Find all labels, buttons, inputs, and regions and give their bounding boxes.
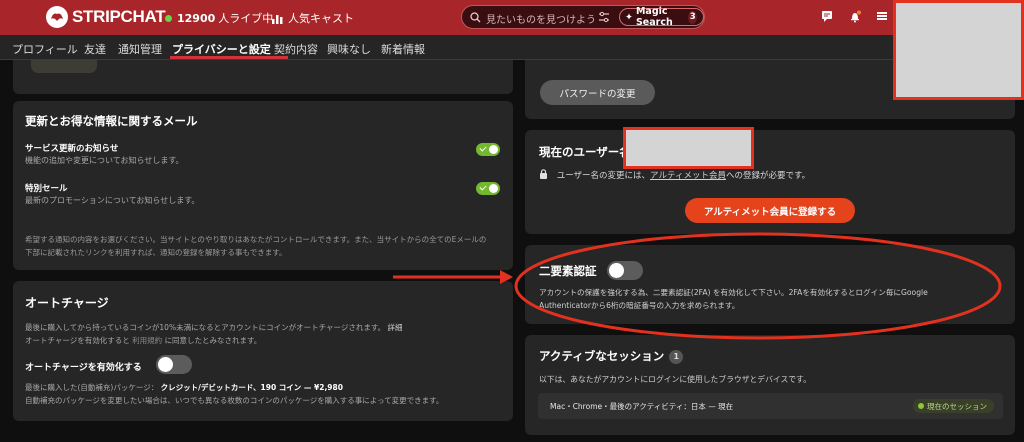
email-preferences-panel: 更新とお得な情報に関するメール サービス更新のお知らせ 機能の追加や変更について… (13, 101, 513, 270)
last-package-prefix: 最後に購入した(自動補充)パッケージ： (25, 383, 159, 392)
autocharge-toggle-label: オートチャージを有効化する (25, 363, 142, 373)
tab-contract[interactable]: 契約内容 (274, 41, 318, 57)
magic-search-button[interactable]: ✦ Magic Search 3 (619, 6, 704, 28)
autocharge-terms-suffix: に同意したとみなされます。 (164, 336, 262, 345)
sessions-title-text: アクティブなセッション (539, 349, 665, 363)
live-dot-icon (165, 14, 172, 22)
live-count-link[interactable]: 12900 人ライブ中 (165, 10, 273, 26)
search-bar[interactable]: 見たいものを見つけよう ✦ Magic Search 3 (461, 5, 705, 29)
last-package-line: 最後に購入した(自動補充)パッケージ： クレジット/デビットカード、190 コイ… (25, 382, 343, 393)
service-updates-desc: 機能の追加や変更についてお知らせします。 (25, 156, 184, 165)
autocharge-toggle[interactable] (156, 355, 192, 374)
search-icon (470, 12, 481, 23)
bar-chart-icon (272, 14, 283, 24)
ultimate-membership-link[interactable]: アルティメット会員 (650, 171, 726, 181)
email-note-line1: 希望する通知の内容をお選びください。当サイトとのやり取りはあなたがコントロールで… (25, 235, 487, 244)
sessions-count-badge: 1 (669, 349, 684, 364)
filter-icon[interactable] (598, 11, 610, 23)
stripchat-logo[interactable]: STRIPCHAT (46, 6, 166, 28)
special-sale-checkbox[interactable] (476, 182, 500, 195)
popular-cast-link[interactable]: 人気キャスト (272, 10, 354, 26)
live-label: 人ライブ中 (218, 12, 274, 25)
autocharge-desc-line2: オートチャージを有効化すると 利用規約 に同意したとみなされます。 (25, 335, 261, 346)
popular-label: 人気キャスト (288, 12, 354, 25)
autocharge-footer: 自動補充のパッケージを変更したい場合は、いつでも異なる枚数のコインのパッケージを… (25, 396, 444, 405)
current-session-badge: 現在のセッション (913, 399, 994, 413)
tab-news[interactable]: 新着情報 (381, 41, 425, 57)
service-updates-label: サービス更新のお知らせ (25, 144, 119, 154)
sparkle-icon: ✦ (625, 11, 633, 23)
logo-icon (46, 6, 68, 28)
email-note-line2: 下部に記載されたリンクを利用すれば、通知の登録を解除する事もできます。 (25, 248, 287, 257)
redacted-profile-area (893, 0, 1024, 100)
special-sale-label: 特別セール (25, 184, 68, 194)
autocharge-panel: オートチャージ 最後に購入してから持っているコインが10%未満になるとアカウント… (13, 281, 513, 421)
lock-icon (540, 169, 547, 179)
session-details: Mac・Chrome・最後のアクティビティ：日本 — 現在 (550, 402, 734, 411)
username-note-suffix: への登録が必要です。 (725, 171, 811, 181)
change-password-button[interactable]: パスワードの変更 (540, 80, 655, 105)
email-panel-title: 更新とお得な情報に関するメール (25, 114, 198, 128)
settings-tabs: プロフィール 友達 通知管理 プライバシーと設定 契約内容 興味なし 新着情報 (0, 35, 1024, 60)
last-package-value: クレジット/デビットカード、190 コイン — ¥2,980 (160, 383, 343, 392)
twofa-desc-line2: Authenticatorから6桁の暗証番号の入力を求められます。 (539, 301, 740, 310)
previous-panel-fragment (13, 60, 513, 94)
autocharge-title: オートチャージ (25, 296, 109, 310)
service-updates-checkbox[interactable] (476, 143, 500, 156)
terms-link[interactable]: 利用規約 (132, 336, 162, 345)
tab-privacy-settings[interactable]: プライバシーと設定 (172, 41, 271, 57)
live-count: 12900 (177, 11, 216, 25)
top-navigation-bar: STRIPCHAT 12900 人ライブ中 人気キャスト 見たいものを見つけよう… (0, 0, 1024, 35)
faded-button (31, 60, 97, 73)
two-factor-auth-panel: 二要素認証 アカウントの保護を強化する為、二要素認証(2FA) を有効化して下さ… (525, 245, 1015, 324)
active-sessions-panel: アクティブなセッション 1 以下は、あなたがアカウントにログインに使用したブラウザ… (525, 335, 1015, 435)
twofa-desc-line1: アカウントの保護を強化する為、二要素認証(2FA) を有効化して下さい。2FAを… (539, 288, 928, 297)
search-input[interactable]: 見たいものを見つけよう (486, 11, 596, 26)
username-title: 現在のユーザー名 (539, 145, 631, 159)
sessions-desc: 以下は、あなたがアカウントにログインに使用したブラウザとデバイスです。 (539, 375, 811, 384)
username-note-prefix: ユーザー名の変更には、 (556, 171, 651, 181)
tab-profile[interactable]: プロフィール (12, 41, 78, 57)
messages-icon[interactable] (821, 10, 833, 22)
tab-not-interested[interactable]: 興味なし (327, 41, 371, 57)
sessions-title: アクティブなセッション 1 (539, 348, 684, 364)
twofa-toggle[interactable] (607, 261, 643, 280)
autocharge-desc-line1: 最後に購入してから持っているコインが10%未満になるとアカウントにコインがオート… (25, 322, 402, 333)
special-sale-desc: 最新のプロモーションについてお知らせします。 (25, 196, 200, 205)
twofa-title: 二要素認証 (539, 264, 597, 278)
ultimate-subscribe-button[interactable]: アルティメット会員に登録する (685, 198, 855, 223)
notification-bell-icon[interactable] (849, 10, 862, 23)
session-row: Mac・Chrome・最後のアクティビティ：日本 — 現在 現在のセッション (538, 393, 1003, 419)
coins-icon[interactable] (876, 10, 888, 22)
username-note: ユーザー名の変更には、アルティメット会員への登録が必要です。 (539, 169, 810, 181)
autocharge-details-link[interactable]: 詳細 (387, 323, 402, 332)
tab-notifications[interactable]: 通知管理 (118, 41, 162, 57)
active-tab-indicator (170, 56, 288, 59)
autocharge-desc-text: 最後に購入してから持っているコインが10%未満になるとアカウントにコインがオート… (25, 323, 386, 332)
tab-friends[interactable]: 友達 (84, 41, 106, 57)
redacted-username (623, 127, 754, 169)
magic-search-label: Magic Search (635, 6, 673, 28)
autocharge-terms-prefix: オートチャージを有効化すると (25, 336, 130, 345)
magic-search-count: 3 (688, 10, 697, 24)
logo-text: STRIPCHAT (72, 7, 166, 26)
username-panel: 現在のユーザー名 ユーザー名の変更には、アルティメット会員への登録が必要です。 … (525, 130, 1015, 234)
